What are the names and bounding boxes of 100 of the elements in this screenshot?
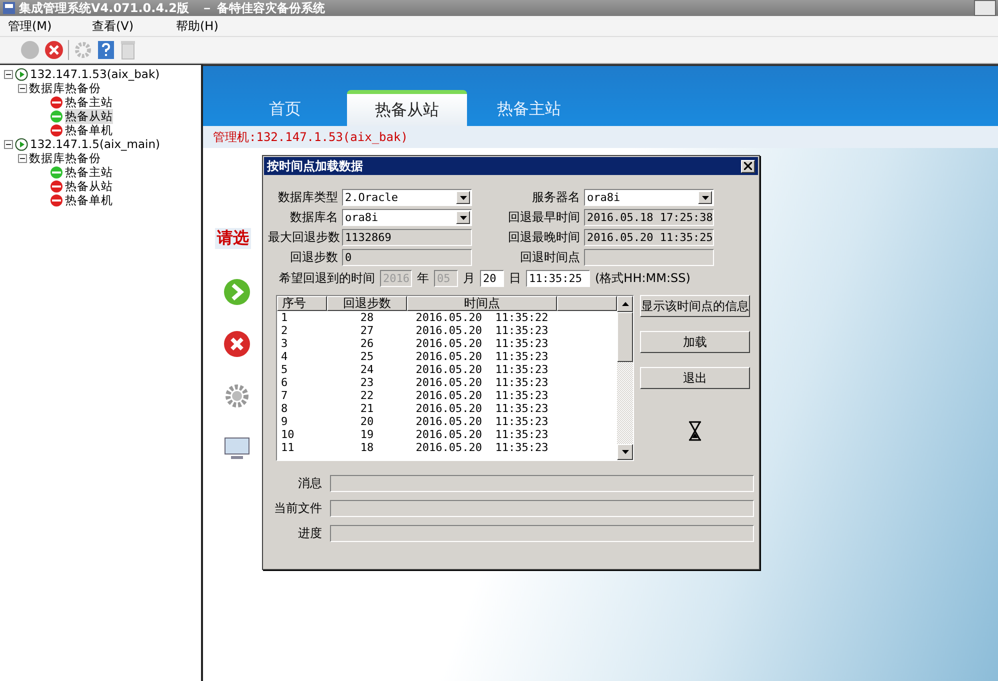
- tree-item[interactable]: 热备主站: [65, 94, 113, 110]
- tree-item[interactable]: 热备单机: [65, 122, 113, 138]
- table-cell-text: 2016.05.20 11:35:23: [414, 376, 550, 389]
- table-cell-text: 21: [359, 402, 375, 415]
- dropdown-field[interactable]: ora8i: [342, 209, 472, 226]
- table-cell-text: 4: [280, 350, 289, 363]
- collapse-toggle-icon[interactable]: [18, 154, 27, 162]
- column-header[interactable]: [557, 296, 617, 311]
- tree-item[interactable]: 132.147.1.5(aix_main): [30, 137, 160, 151]
- time-field[interactable]: 11:35:25: [526, 270, 590, 287]
- menu-item[interactable]: 查看(V): [84, 18, 168, 34]
- table-cell-text: 28: [359, 311, 375, 324]
- field-label: 最大回退步数: [268, 229, 338, 246]
- table-cell-text: 20: [359, 415, 375, 428]
- field-label: 当前文件: [273, 500, 322, 517]
- table-cell-text: 1: [280, 311, 289, 324]
- prompt-text: 请选: [215, 228, 251, 249]
- play-icon: [15, 68, 28, 80]
- dialog-button[interactable]: 加载: [640, 331, 750, 353]
- dialog-title: 按时间点加载数据: [267, 158, 363, 174]
- field-label: 数据库名: [289, 209, 338, 226]
- format-hint: (格式HH:MM:SS): [595, 270, 690, 287]
- dropdown-field[interactable]: 2.Oracle: [342, 189, 472, 206]
- field-label: 回退最早时间: [507, 209, 580, 226]
- caret-icon: [702, 196, 708, 200]
- tree-item[interactable]: 数据库热备份: [29, 150, 101, 166]
- window-title: 集成管理系统V4.071.0.4.2版 － 备特佳容灾备份系统: [19, 0, 326, 16]
- table-cell-text: 24: [359, 363, 375, 376]
- collapse-toggle-icon[interactable]: [4, 70, 13, 78]
- scroll-up-icon: [622, 302, 628, 306]
- table-cell-text: 25: [359, 350, 375, 363]
- unit-label: 月: [463, 270, 475, 287]
- tree-item[interactable]: 热备主站: [65, 164, 113, 180]
- play-icon: [15, 138, 28, 150]
- collapse-toggle-icon[interactable]: [18, 84, 27, 92]
- scrollbar-thumb[interactable]: [617, 312, 633, 362]
- table-cell-text: 2016.05.20 11:35:23: [414, 350, 550, 363]
- column-header[interactable]: 回退步数: [327, 296, 407, 311]
- scroll-down-icon: [622, 450, 628, 454]
- field-label: 回退步数: [289, 249, 338, 266]
- tree-item[interactable]: 数据库热备份: [29, 80, 101, 96]
- close-icon[interactable]: [44, 40, 64, 60]
- table-cell-text: 2016.05.20 11:35:23: [414, 402, 550, 415]
- table-cell-text: 2: [280, 324, 289, 337]
- input-field[interactable]: 0: [342, 249, 472, 266]
- tree-item[interactable]: 热备从站: [65, 178, 113, 194]
- table-cell-text: 8: [280, 402, 289, 415]
- gear-icon[interactable]: [223, 382, 251, 410]
- scrollbar[interactable]: [617, 296, 633, 460]
- table-cell-text: 2016.05.20 11:35:23: [414, 428, 550, 441]
- menu-item[interactable]: 帮助(H): [168, 18, 252, 34]
- input-field[interactable]: 2016.05.20 11:35:25: [584, 229, 714, 246]
- manager-label: 管理机:132.147.1.53(aix_bak): [213, 128, 408, 146]
- table-cell-text: 2016.05.20 11:35:22: [414, 311, 550, 324]
- field-label: 消息: [297, 475, 322, 492]
- collapse-toggle-icon[interactable]: [4, 140, 13, 148]
- close-icon: [744, 162, 752, 170]
- input-field[interactable]: 1132869: [342, 229, 472, 246]
- window-control-button[interactable]: [974, 0, 996, 16]
- field-label: 回退时间点: [519, 249, 580, 266]
- table-cell-text: 11: [280, 441, 296, 454]
- table-cell-text: 27: [359, 324, 375, 337]
- input-field[interactable]: 2016.05.18 17:25:38: [584, 209, 714, 226]
- field-label: 数据库类型: [277, 189, 338, 206]
- table-cell-text: 2016.05.20 11:35:23: [414, 441, 550, 454]
- unit-label: 年: [417, 270, 429, 287]
- caret-icon: [460, 216, 466, 220]
- error-icon[interactable]: [223, 330, 251, 358]
- field-label: 回退最晚时间: [507, 229, 580, 246]
- column-header[interactable]: 序号: [277, 296, 327, 311]
- scroll-up-button[interactable]: [617, 296, 633, 312]
- table-cell-text: 10: [280, 428, 296, 441]
- day-field[interactable]: 20: [480, 270, 504, 287]
- table-cell-text: 2016.05.20 11:35:23: [414, 415, 550, 428]
- table-cell-text: 2016.05.20 11:35:23: [414, 389, 550, 402]
- table-cell-text: 2016.05.20 11:35:23: [414, 324, 550, 337]
- table-cell-text: 22: [359, 389, 375, 402]
- table-cell-text: 19: [359, 428, 375, 441]
- menu-item[interactable]: 管理(M): [0, 18, 84, 34]
- table-cell-text: 6: [280, 376, 289, 389]
- field-label: 服务器名: [531, 189, 580, 206]
- table-cell-text: 7: [280, 389, 289, 402]
- column-header[interactable]: 时间点: [407, 296, 557, 311]
- tree-item[interactable]: 132.147.1.53(aix_bak): [30, 67, 160, 81]
- table-cell-text: 18: [359, 441, 375, 454]
- field-label: 进度: [297, 525, 322, 542]
- close-button[interactable]: [741, 160, 755, 172]
- tree-item[interactable]: 热备从站: [65, 108, 113, 124]
- input-field[interactable]: [584, 249, 714, 266]
- table-cell-text: 2016.05.20 11:35:23: [414, 337, 550, 350]
- tree-item[interactable]: 热备单机: [65, 192, 113, 208]
- help-icon[interactable]: [97, 40, 115, 60]
- unit-label: 日: [509, 270, 521, 287]
- dialog-button[interactable]: 退出: [640, 367, 750, 389]
- dialog-button[interactable]: 显示该时间点的信息: [640, 295, 750, 317]
- dropdown-field[interactable]: ora8i: [584, 189, 714, 206]
- table-cell-text: 5: [280, 363, 289, 376]
- table-cell-text: 2016.05.20 11:35:23: [414, 363, 550, 376]
- tab[interactable]: 热备从站: [347, 90, 467, 126]
- scroll-down-button[interactable]: [617, 444, 633, 460]
